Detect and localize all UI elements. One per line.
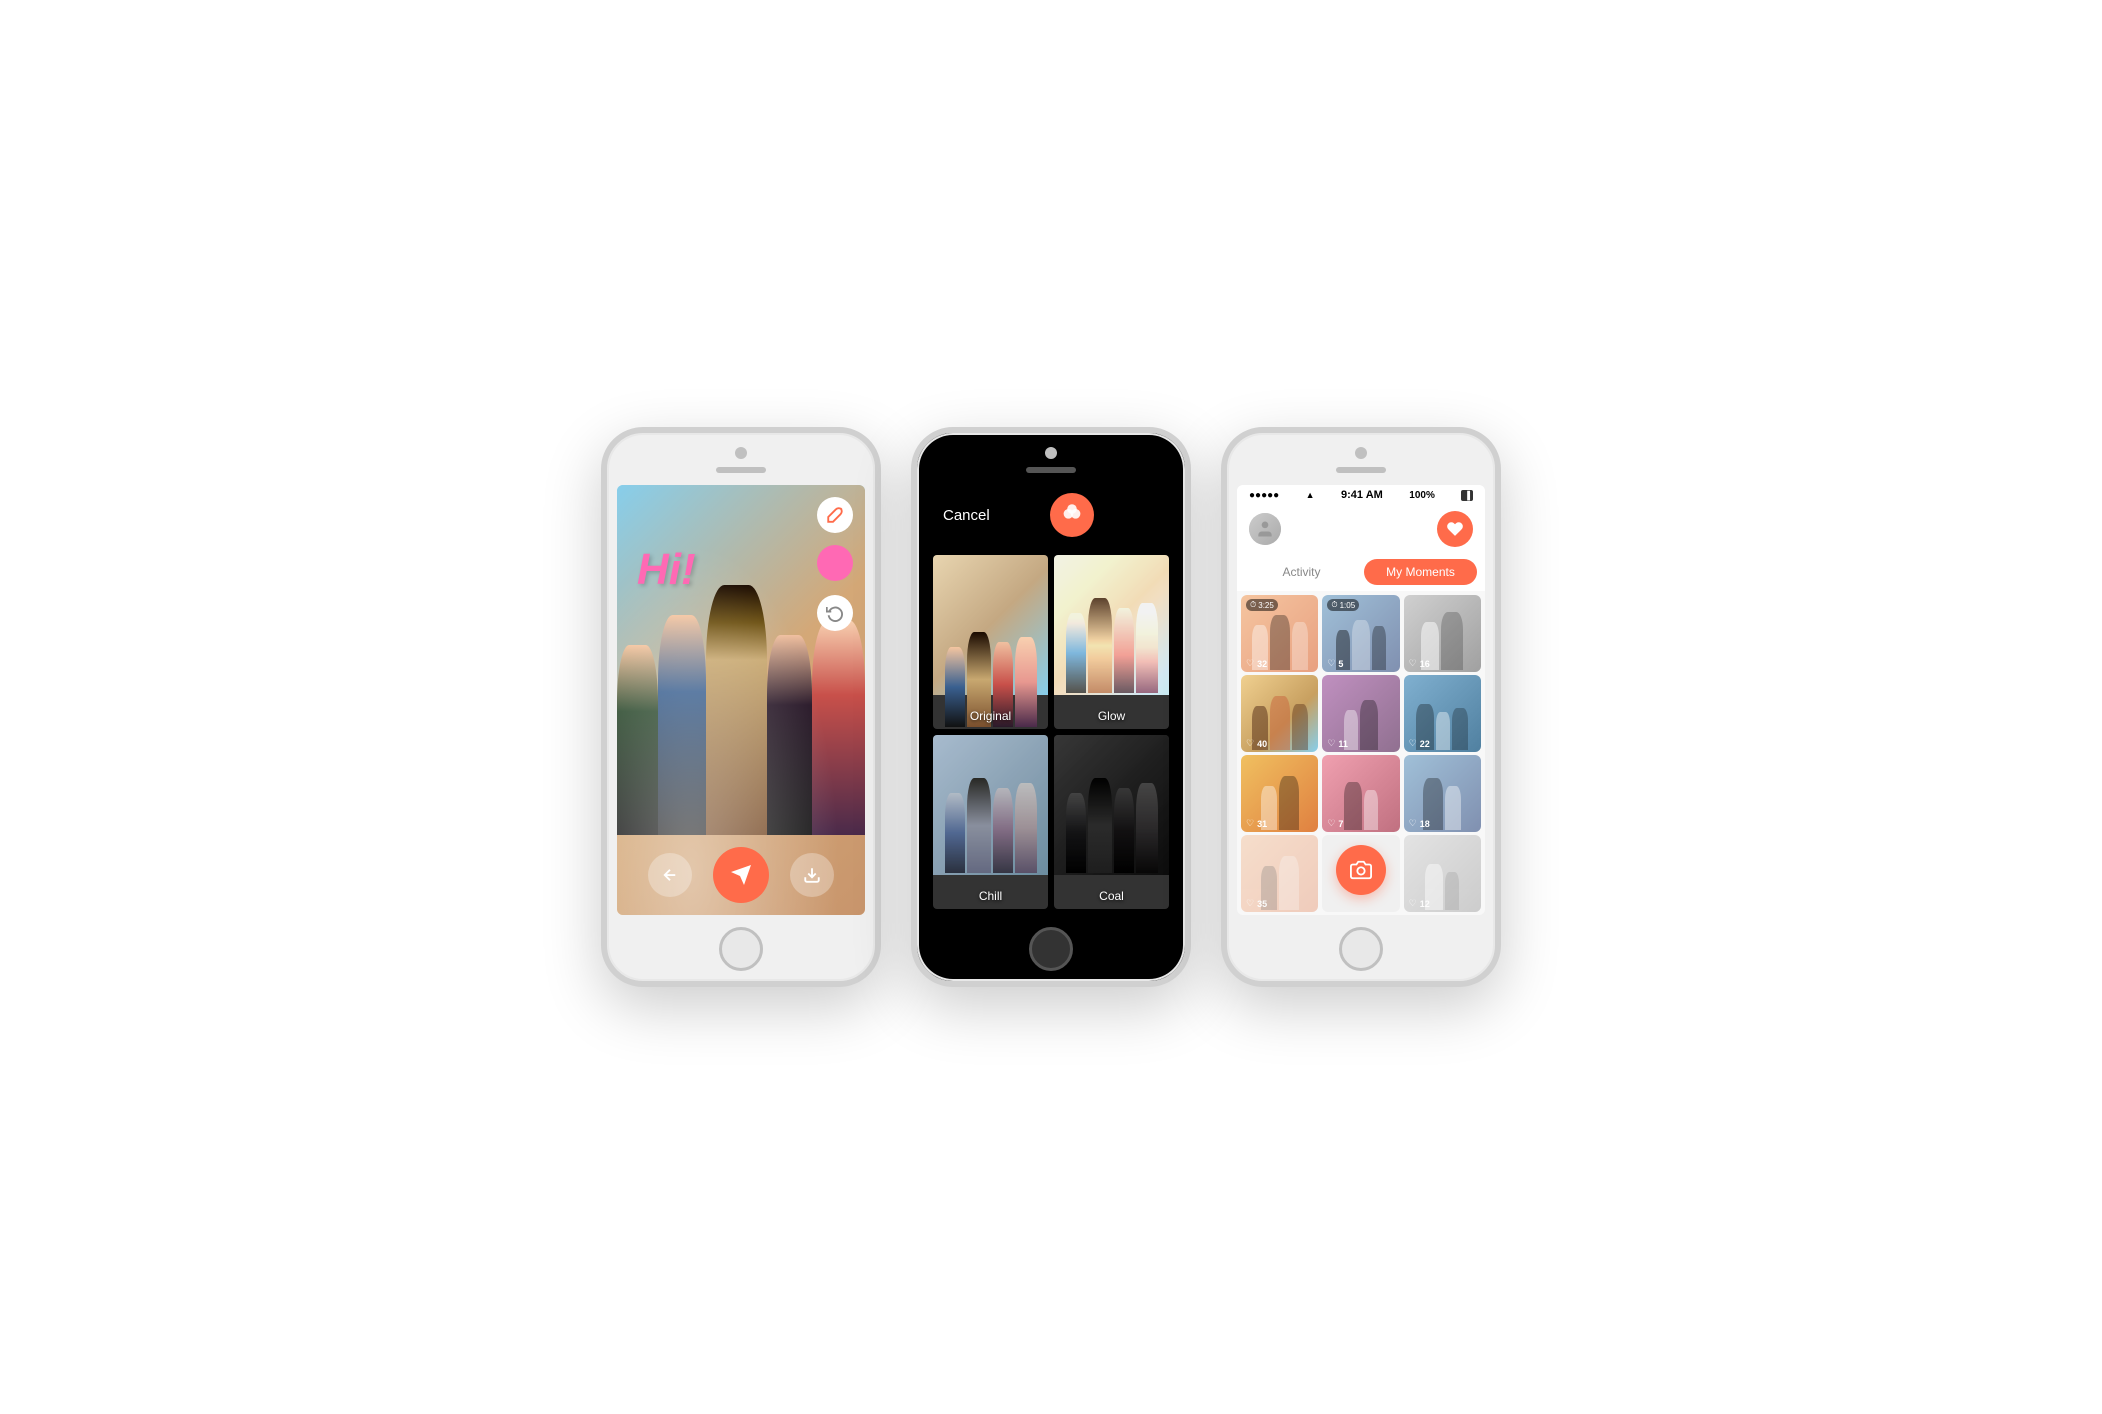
home-button-3[interactable] (1339, 927, 1383, 971)
phone-1-screen: Hi! (617, 485, 865, 915)
wifi-icon: ▲ (1306, 490, 1315, 500)
likes-overlay-7: ♡ 31 (1241, 815, 1318, 832)
moment-cell-10[interactable]: ♡ 35 (1241, 835, 1318, 912)
moment-cell-7[interactable]: ♡ 31 (1241, 755, 1318, 832)
editor-bottom-bar (617, 835, 865, 915)
duration-2: ⏱1:05 (1327, 599, 1359, 611)
cancel-button[interactable]: Cancel (943, 507, 990, 524)
phone-2: Cancel (911, 427, 1191, 987)
filter-chill[interactable]: Chill (933, 735, 1048, 909)
filter-coal[interactable]: Coal (1054, 735, 1169, 909)
likes-overlay-1: ♡ 32 (1241, 655, 1318, 672)
filter-original[interactable]: Original (933, 555, 1048, 729)
phone-2-screen: Cancel (927, 481, 1175, 915)
signal-dots: ●●●●● (1249, 490, 1279, 501)
tab-activity[interactable]: Activity (1245, 559, 1358, 585)
likes-overlay-2: ♡ 5 (1322, 655, 1399, 672)
likes-overlay-9: ♡ 18 (1404, 815, 1481, 832)
likes-overlay-5: ♡ 11 (1322, 735, 1399, 752)
filter-label-chill: Chill (933, 889, 1048, 903)
moment-cell-12[interactable]: ♡ 12 (1404, 835, 1481, 912)
likes-overlay-3: ♡ 16 (1404, 655, 1481, 672)
heart-button[interactable] (1437, 511, 1473, 547)
phone-1: Hi! (601, 427, 881, 987)
phone-3: ●●●●● ▲ 9:41 AM 100% ▐ (1221, 427, 1501, 987)
camera-fab[interactable] (1336, 845, 1386, 895)
phone-3-screen: ●●●●● ▲ 9:41 AM 100% ▐ (1237, 485, 1485, 915)
moment-cell-5[interactable]: ♡ 11 (1322, 675, 1399, 752)
likes-overlay-8: ♡ 7 (1322, 815, 1399, 832)
moment-cell-1[interactable]: ⏱3:25 ♡ 32 (1241, 595, 1318, 672)
brush-button[interactable] (817, 497, 853, 533)
app-scene: Hi! (561, 387, 1541, 1027)
likes-overlay-4: ♡ 40 (1241, 735, 1318, 752)
battery-icon: ▐ (1461, 490, 1473, 501)
likes-overlay-10: ♡ 35 (1241, 895, 1318, 912)
moment-cell-3[interactable]: ♡ 16 (1404, 595, 1481, 672)
moment-cell-9[interactable]: ♡ 18 (1404, 755, 1481, 832)
send-button[interactable] (713, 847, 769, 903)
app-logo (1050, 493, 1094, 537)
filter-label-original: Original (933, 709, 1048, 723)
time-display: 9:41 AM (1341, 489, 1383, 501)
status-bar: ●●●●● ▲ 9:41 AM 100% ▐ (1237, 485, 1485, 505)
my-moments-screen: ●●●●● ▲ 9:41 AM 100% ▐ (1237, 485, 1485, 915)
filter-label-glow: Glow (1054, 709, 1169, 723)
moment-cell-6[interactable]: ♡ 22 (1404, 675, 1481, 752)
home-button-1[interactable] (719, 927, 763, 971)
tab-bar: Activity My Moments (1237, 553, 1485, 591)
download-button[interactable] (790, 853, 834, 897)
moment-cell-8[interactable]: ♡ 7 (1322, 755, 1399, 832)
filter-glow[interactable]: Glow (1054, 555, 1169, 729)
rotate-button[interactable] (817, 595, 853, 631)
tab-my-moments[interactable]: My Moments (1364, 559, 1477, 585)
duration-1: ⏱3:25 (1246, 599, 1278, 611)
likes-overlay-6: ♡ 22 (1404, 735, 1481, 752)
photo-editor-screen: Hi! (617, 485, 865, 915)
moment-cell-4[interactable]: ♡ 40 (1241, 675, 1318, 752)
greeting-text: Hi! (637, 545, 696, 595)
color-picker[interactable] (817, 545, 853, 581)
likes-overlay-12: ♡ 12 (1404, 895, 1481, 912)
chill-overlay (933, 735, 1048, 875)
filter-label-coal: Coal (1054, 889, 1169, 903)
app-header (1237, 505, 1485, 553)
filter-selector-screen: Cancel (927, 481, 1175, 915)
battery-display: 100% (1409, 490, 1435, 501)
back-button[interactable] (648, 853, 692, 897)
moment-cell-2[interactable]: ⏱1:05 ♡ 5 (1322, 595, 1399, 672)
filter-grid: Original (927, 549, 1175, 915)
coal-overlay (1054, 735, 1169, 875)
glow-overlay (1054, 555, 1169, 695)
home-button-2[interactable] (1029, 927, 1073, 971)
filter-header: Cancel (927, 481, 1175, 549)
user-avatar[interactable] (1249, 513, 1281, 545)
